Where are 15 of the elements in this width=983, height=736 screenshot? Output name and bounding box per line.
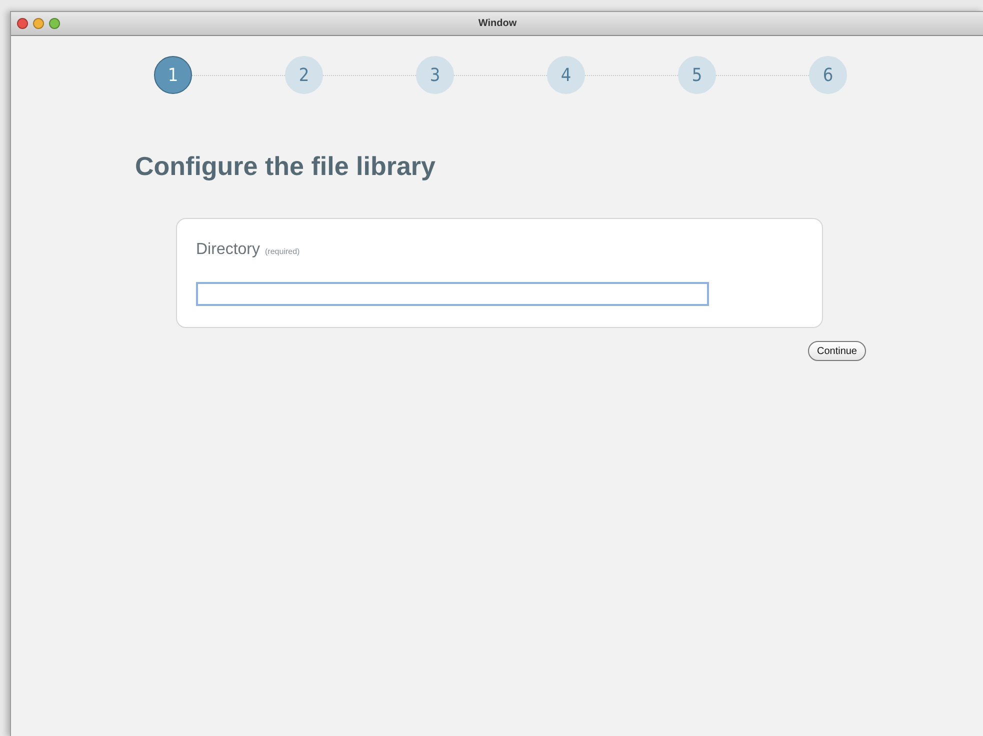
window-title: Window — [478, 18, 517, 29]
minimize-button[interactable] — [33, 18, 44, 29]
field-label: Directory — [196, 241, 260, 259]
page-heading: Configure the file library — [135, 150, 436, 182]
continue-button[interactable]: Continue — [808, 341, 866, 361]
step-indicator: 5 — [678, 56, 716, 94]
step-indicator: 2 — [285, 56, 323, 94]
close-button[interactable] — [17, 18, 28, 29]
step-indicator: 3 — [416, 56, 454, 94]
directory-input[interactable] — [196, 282, 709, 306]
step-indicator: 1 — [154, 56, 192, 94]
step-indicator: 6 — [809, 56, 847, 94]
step-indicator: 4 — [547, 56, 585, 94]
zoom-button[interactable] — [49, 18, 60, 29]
required-note: (required) — [265, 247, 300, 256]
